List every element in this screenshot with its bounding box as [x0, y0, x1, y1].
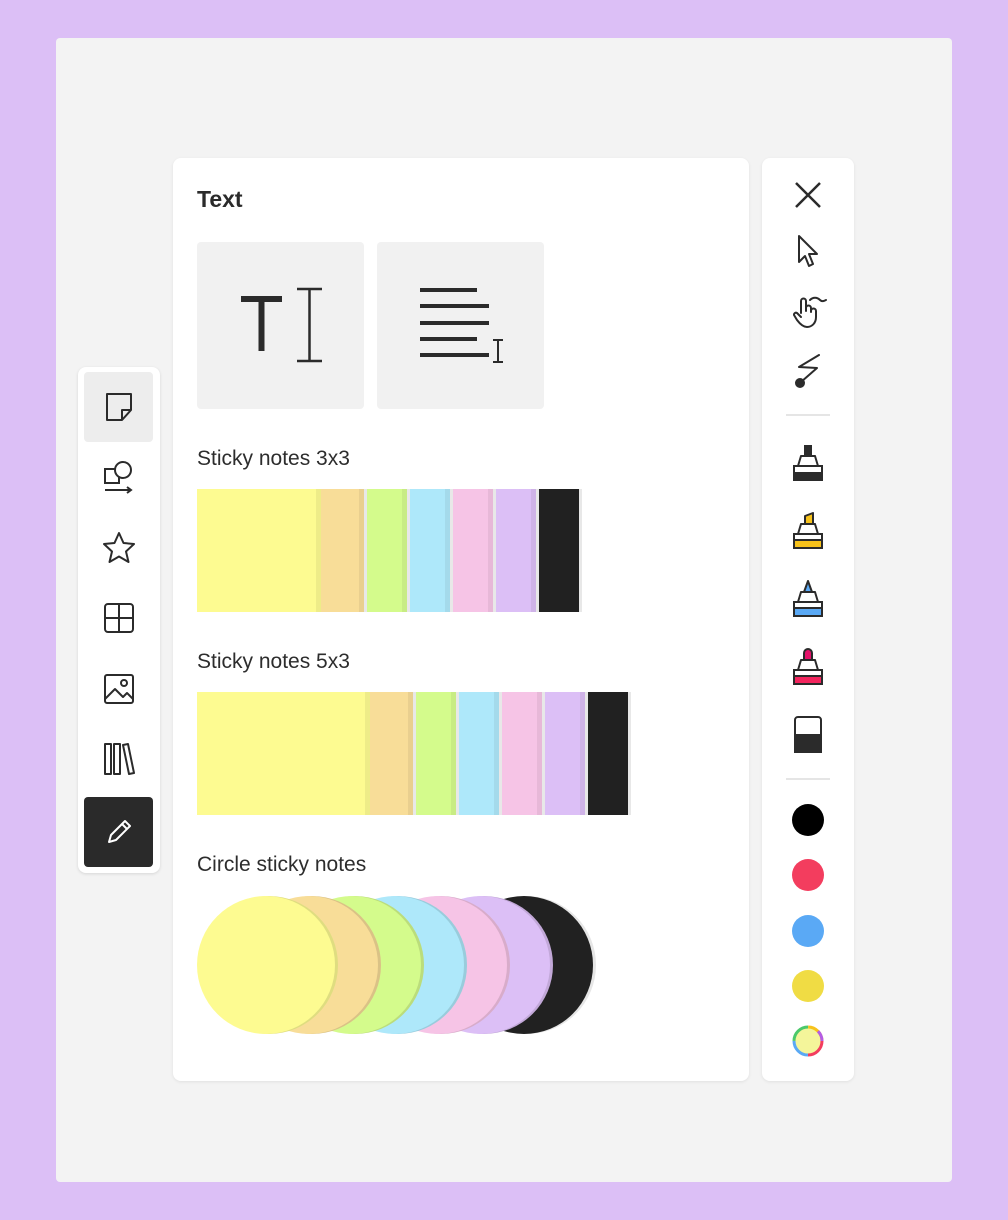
text-block-icon: [420, 288, 503, 363]
pan-tool[interactable]: [778, 286, 838, 336]
sticky-note-0[interactable]: [197, 489, 321, 612]
pencil-icon: [107, 820, 131, 843]
library-icon: [103, 743, 135, 775]
highlighter-yellow-tool[interactable]: [778, 505, 838, 555]
highlighter-yellow-icon: [793, 512, 823, 549]
sticky-3x3-strip[interactable]: [197, 489, 587, 612]
close-button[interactable]: [778, 170, 838, 220]
pen-tool[interactable]: [84, 797, 153, 867]
pen-pink-icon: [793, 648, 823, 685]
color-swatch-red[interactable]: [792, 859, 824, 891]
sticky-note-tool[interactable]: [84, 372, 153, 442]
circle-sticky-label: Circle sticky notes: [197, 853, 367, 876]
marker-black-icon: [793, 445, 823, 481]
grid-tool[interactable]: [84, 583, 153, 653]
library-tool[interactable]: [84, 724, 153, 794]
text-and-sticky-panel: Text Sticky notes 3x3 Sticky notes 5x3 C…: [173, 158, 749, 1081]
sticky-3x3-label: Sticky notes 3x3: [197, 447, 350, 470]
custom-color-picker[interactable]: [792, 1025, 824, 1057]
color-swatch-blue[interactable]: [792, 915, 824, 947]
stickers-tool[interactable]: [84, 513, 153, 583]
sticky-note-icon: [105, 393, 132, 421]
text-cursor-icon: [241, 287, 322, 363]
select-tool[interactable]: [778, 226, 838, 276]
grid-icon: [103, 603, 134, 633]
sticky-5x3-strip[interactable]: [197, 692, 637, 815]
pen-blue-icon: [793, 580, 823, 617]
sticky-note-0[interactable]: [197, 692, 370, 815]
marker-black-tool[interactable]: [778, 437, 838, 487]
star-icon: [102, 532, 135, 563]
image-tool[interactable]: [84, 654, 153, 724]
panel-title: Text: [197, 186, 243, 212]
color-swatch-yellow[interactable]: [792, 970, 824, 1002]
eraser-tool[interactable]: [778, 709, 838, 759]
left-toolbar: [78, 367, 160, 873]
text-block-tile[interactable]: [377, 242, 544, 409]
pen-pink-tool[interactable]: [778, 641, 838, 691]
shapes-tool[interactable]: [84, 442, 153, 512]
toolbar-divider: [786, 778, 830, 780]
lasso-tool[interactable]: [778, 346, 838, 396]
image-icon: [103, 674, 134, 704]
toolbar-divider: [786, 414, 830, 416]
cursor-icon: [798, 235, 818, 267]
color-wheel-icon: [792, 1025, 824, 1057]
close-icon: [795, 182, 821, 208]
color-swatch-black[interactable]: [792, 804, 824, 836]
pen-blue-tool[interactable]: [778, 573, 838, 623]
lasso-icon: [795, 354, 820, 388]
circle-sticky-strip[interactable]: [197, 895, 607, 1035]
text-tool-tile[interactable]: [197, 242, 364, 409]
drawing-toolbar: [762, 158, 854, 1081]
eraser-icon: [794, 716, 822, 753]
sticky-5x3-label: Sticky notes 5x3: [197, 650, 350, 673]
shapes-icon: [103, 461, 133, 494]
circle-sticky-0[interactable]: [197, 896, 338, 1034]
pan-hand-icon: [793, 296, 827, 328]
